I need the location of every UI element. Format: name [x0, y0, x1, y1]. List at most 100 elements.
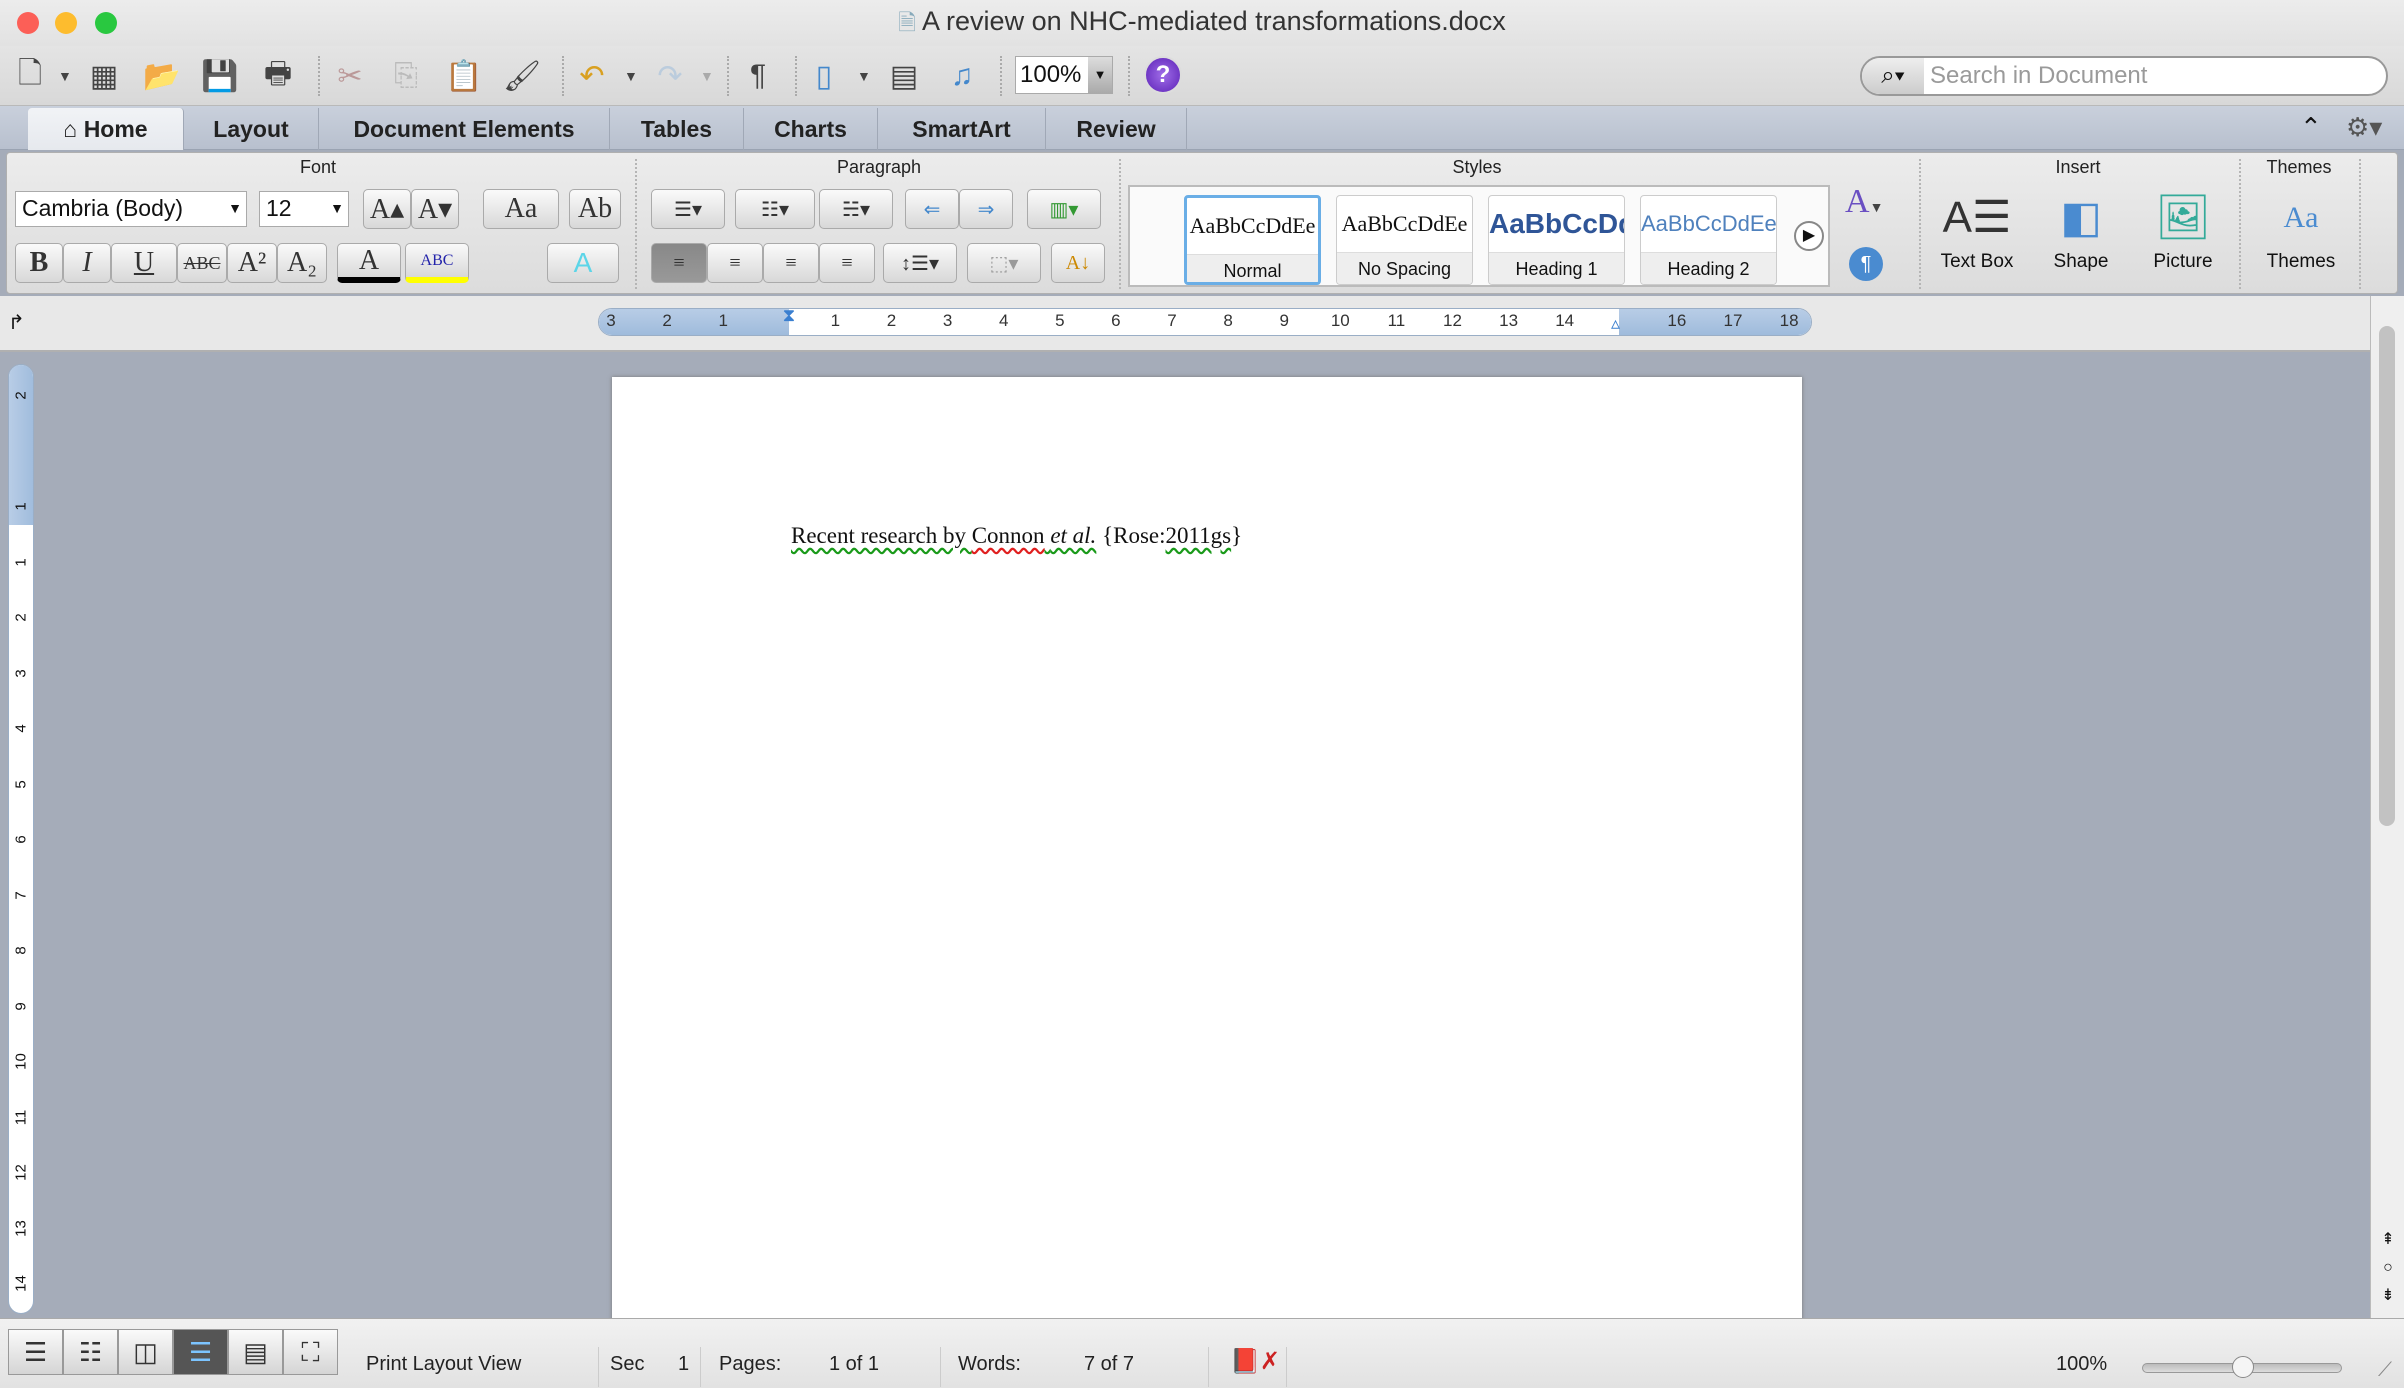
- print-layout-view-button[interactable]: ☰: [173, 1329, 228, 1375]
- sidebar-icon[interactable]: ▯: [802, 56, 846, 96]
- tab-stop-selector-icon[interactable]: ↱: [8, 310, 25, 335]
- font-size-dropdown-icon[interactable]: ▼: [330, 200, 344, 216]
- style-heading-1[interactable]: AaBbCcDd Heading 1: [1488, 195, 1625, 285]
- show-formatting-icon[interactable]: ¶: [736, 56, 780, 96]
- help-button[interactable]: ?: [1144, 56, 1182, 94]
- gear-icon[interactable]: ⚙▾: [2346, 112, 2382, 143]
- undo-dropdown-icon[interactable]: ▼: [624, 68, 638, 84]
- zoom-slider-knob[interactable]: [2232, 1356, 2254, 1378]
- new-document-icon[interactable]: 🗋: [8, 56, 52, 96]
- open-icon[interactable]: 📂: [140, 56, 184, 96]
- focus-view-button[interactable]: ⛶: [283, 1329, 338, 1375]
- search-field[interactable]: ⌕▾: [1860, 56, 2388, 96]
- redo-dropdown-icon[interactable]: ▼: [700, 68, 714, 84]
- tab-smartart[interactable]: SmartArt: [878, 108, 1046, 150]
- tab-review[interactable]: Review: [1046, 108, 1187, 150]
- change-styles-icon[interactable]: A▼: [1845, 183, 1883, 221]
- bullets-button[interactable]: ☰▾: [651, 189, 725, 229]
- print-icon[interactable]: 🖶: [256, 56, 300, 96]
- themes-button[interactable]: Aa Themes: [2253, 185, 2349, 273]
- justify-button[interactable]: ≡: [819, 243, 875, 283]
- undo-icon[interactable]: ↶: [570, 56, 614, 96]
- toolbox-icon[interactable]: ▤: [882, 56, 926, 96]
- save-icon[interactable]: 💾: [198, 56, 242, 96]
- text-box-button[interactable]: A☰ Text Box: [1937, 185, 2017, 273]
- font-size-field[interactable]: 12 ▼: [259, 191, 349, 227]
- style-normal[interactable]: AaBbCcDdEe Normal: [1184, 195, 1321, 285]
- indent-marker-icon[interactable]: ⧗: [779, 305, 799, 341]
- tab-layout[interactable]: Layout: [184, 108, 319, 150]
- style-heading-2[interactable]: AaBbCcDdEe Heading 2: [1640, 195, 1777, 285]
- font-name-field[interactable]: Cambria (Body) ▼: [15, 191, 247, 227]
- vertical-scrollbar[interactable]: ⇞ ○ ⇟: [2370, 296, 2404, 1318]
- notebook-view-button[interactable]: ▤: [228, 1329, 283, 1375]
- align-right-button[interactable]: ≡: [763, 243, 819, 283]
- superscript-button[interactable]: A²: [227, 243, 277, 283]
- tab-home[interactable]: ⌂ Home: [28, 108, 184, 150]
- increase-indent-button[interactable]: ⇒: [959, 189, 1013, 229]
- draft-view-button[interactable]: ☰: [8, 1329, 63, 1375]
- line-spacing-button[interactable]: ↕☰▾: [883, 243, 957, 283]
- new-dropdown-icon[interactable]: ▼: [58, 68, 72, 84]
- highlight-button[interactable]: ABC: [405, 243, 469, 283]
- format-painter-icon[interactable]: 🖌: [500, 56, 544, 96]
- picture-button[interactable]: 🖼 Picture: [2143, 185, 2223, 273]
- zoom-slider[interactable]: [2142, 1356, 2342, 1378]
- redo-icon[interactable]: ↷: [648, 56, 692, 96]
- ruler-number: 5: [1055, 311, 1065, 330]
- zoom-dropdown-icon[interactable]: ▼: [1088, 57, 1112, 93]
- spelling-errors-icon[interactable]: 📕✗: [1230, 1347, 1280, 1376]
- vertical-ruler[interactable]: 2 1 1 2 3 4 5 6 7 8 9 10 11 12 13 14: [8, 364, 34, 1314]
- horizontal-ruler[interactable]: 3 2 1 1 2 3 4 5 6 7 8 9 10 11 12 13 14 16 17 18 ⧗ ▵: [598, 305, 1812, 336]
- tab-tables[interactable]: Tables: [610, 108, 744, 150]
- vertical-ruler-number: 14: [12, 1275, 30, 1292]
- align-center-button[interactable]: ≡: [707, 243, 763, 283]
- page-navigation-icon[interactable]: ⇞ ○ ⇟: [2377, 1226, 2399, 1310]
- shape-button[interactable]: ◧ Shape: [2041, 185, 2121, 273]
- search-icon[interactable]: ⌕▾: [1862, 58, 1924, 94]
- clear-formatting-button[interactable]: Ab: [569, 189, 621, 229]
- right-indent-marker-icon[interactable]: ▵: [1611, 313, 1620, 334]
- vertical-ruler-number: 4: [12, 724, 30, 733]
- sort-button[interactable]: A↓: [1051, 243, 1105, 283]
- font-color-button[interactable]: A: [337, 243, 401, 283]
- document-page[interactable]: Recent research by Connon et al. {Rose:2…: [612, 377, 1802, 1322]
- shrink-font-button[interactable]: A▾: [411, 189, 459, 229]
- tab-charts[interactable]: Charts: [744, 108, 878, 150]
- next-styles-arrow-icon[interactable]: ▶: [1794, 221, 1824, 251]
- ruler-number: 4: [998, 311, 1009, 330]
- document-paragraph[interactable]: Recent research by Connon et al. {Rose:2…: [791, 523, 1242, 549]
- align-left-button[interactable]: ≡: [651, 243, 707, 283]
- change-case-button[interactable]: Aa: [483, 189, 559, 229]
- columns-button[interactable]: ▥▾: [1027, 189, 1101, 229]
- strikethrough-button[interactable]: ABC: [177, 243, 227, 283]
- bold-button[interactable]: B: [15, 243, 63, 283]
- style-no-spacing[interactable]: AaBbCcDdEe No Spacing: [1336, 195, 1473, 285]
- text-effects-button[interactable]: A: [547, 243, 619, 283]
- collapse-ribbon-icon[interactable]: ⌃: [2300, 112, 2322, 143]
- grow-font-button[interactable]: A▴: [363, 189, 411, 229]
- scrollbar-thumb[interactable]: [2379, 326, 2395, 826]
- zoom-select[interactable]: 100% ▼: [1015, 56, 1113, 94]
- resize-grip-icon[interactable]: ⟋: [2378, 1359, 2392, 1382]
- cut-icon[interactable]: ✂: [328, 56, 372, 96]
- paste-icon[interactable]: 📋: [442, 56, 486, 96]
- underline-button[interactable]: U: [111, 243, 177, 283]
- tab-document-elements[interactable]: Document Elements: [319, 108, 610, 150]
- window-title-text: A review on NHC-mediated transformations…: [922, 6, 1506, 36]
- borders-button[interactable]: ⬚▾: [967, 243, 1041, 283]
- subscript-button[interactable]: A₂: [277, 243, 327, 283]
- search-input[interactable]: [1930, 61, 2370, 91]
- styles-pane-icon[interactable]: ¶: [1849, 247, 1883, 281]
- italic-button[interactable]: I: [63, 243, 111, 283]
- multilevel-list-button[interactable]: ☵▾: [819, 189, 893, 229]
- outline-view-button[interactable]: ☷: [63, 1329, 118, 1375]
- copy-icon[interactable]: ⎘: [384, 56, 428, 96]
- media-browser-icon[interactable]: ♫: [940, 56, 984, 96]
- publishing-view-button[interactable]: ◫: [118, 1329, 173, 1375]
- numbering-button[interactable]: ☷▾: [735, 189, 815, 229]
- font-name-dropdown-icon[interactable]: ▼: [228, 200, 242, 216]
- decrease-indent-button[interactable]: ⇐: [905, 189, 959, 229]
- sidebar-dropdown-icon[interactable]: ▼: [857, 68, 871, 84]
- gallery-icon[interactable]: ▦: [82, 56, 126, 96]
